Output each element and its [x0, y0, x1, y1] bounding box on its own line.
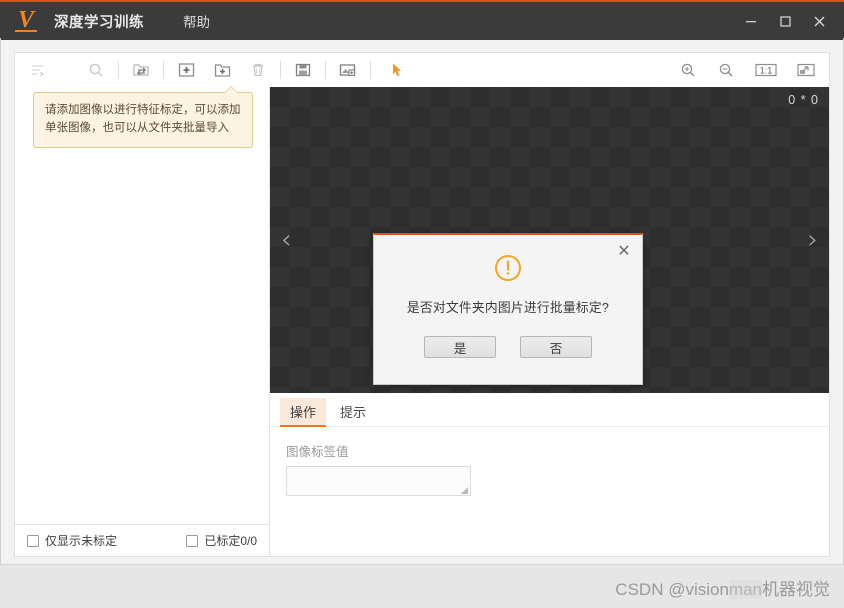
- label-value-title: 图像标签值: [286, 445, 349, 459]
- maximize-button[interactable]: [768, 6, 802, 36]
- status-bar: CSDN @visionman机器视觉: [0, 564, 844, 608]
- filter-sort-button[interactable]: [23, 56, 53, 84]
- folder-swap-button[interactable]: [126, 56, 156, 84]
- logo-underline: [15, 30, 37, 32]
- checkbox-box[interactable]: [186, 534, 199, 547]
- show-unlabeled-label: 仅显示未标定: [45, 534, 118, 548]
- app-logo: V: [0, 2, 52, 40]
- image-list-footer: 仅显示未标定 已标定0/0: [15, 524, 269, 556]
- checkbox-box[interactable]: [27, 534, 39, 547]
- delete-icon: [253, 63, 263, 77]
- tooltip-text: 请添加图像以进行特征标定，可以添加单张图像，也可以从文件夹批量导入: [45, 104, 241, 134]
- fit-window-button[interactable]: [791, 56, 821, 84]
- application-window: V 深度学习训练 帮助 1:1 请添加图像以进行特征标定，可以添加单张图像，也可…: [0, 0, 844, 608]
- title-bar: V 深度学习训练 帮助: [0, 0, 844, 40]
- watermark-prefix: CSDN @vision: [615, 580, 729, 599]
- batch-label-dialog: ✕ 是否对文件夹内图片进行批量标定? 是 否: [373, 233, 643, 385]
- operations-form: 图像标签值: [270, 427, 829, 496]
- export-image-icon: [339, 64, 356, 77]
- dialog-close-button[interactable]: ✕: [614, 240, 634, 260]
- actual-size-button[interactable]: 1:1: [749, 56, 783, 84]
- folder-swap-icon: [132, 64, 149, 76]
- delete-button[interactable]: [243, 56, 273, 84]
- zoom-out-icon: [719, 63, 733, 77]
- properties-tabs: 操作 提示: [270, 393, 829, 427]
- previous-image-button[interactable]: ‹: [281, 227, 291, 253]
- watermark-highlight: man: [728, 580, 762, 599]
- search-button[interactable]: [81, 56, 111, 84]
- actual-size-icon: 1:1: [755, 63, 777, 77]
- add-folder-button[interactable]: [207, 56, 237, 84]
- add-image-tooltip: 请添加图像以进行特征标定，可以添加单张图像，也可以从文件夹批量导入: [33, 86, 253, 148]
- toolbar-separator: [118, 61, 119, 79]
- search-icon: [89, 63, 103, 77]
- dialog-buttons: 是 否: [374, 336, 642, 358]
- warning-exclamation-icon: [493, 253, 523, 283]
- add-image-icon: [178, 63, 194, 77]
- zoom-in-button[interactable]: [673, 56, 703, 84]
- zoom-in-icon: [681, 63, 695, 77]
- close-icon: [814, 16, 824, 26]
- labeled-count-label: 已标定0/0: [204, 534, 257, 548]
- minimize-icon: [746, 21, 756, 23]
- properties-panel: 操作 提示 图像标签值: [270, 393, 829, 556]
- save-icon: [295, 63, 311, 77]
- menu-help[interactable]: 帮助: [178, 8, 215, 34]
- close-button[interactable]: [802, 6, 836, 36]
- add-folder-icon: [214, 64, 230, 77]
- toolbar-separator: [280, 61, 281, 79]
- pointer-tool-button[interactable]: [382, 56, 412, 84]
- canvas-size-readout: 0 * 0: [788, 93, 819, 107]
- tab-operations[interactable]: 操作: [280, 398, 327, 427]
- confirm-button[interactable]: 是: [424, 336, 496, 358]
- toolbar-separator: [325, 61, 326, 79]
- fit-window-icon: [797, 63, 815, 77]
- cancel-button[interactable]: 否: [520, 336, 592, 358]
- watermark-suffix: 机器视觉: [762, 580, 830, 599]
- minimize-button[interactable]: [734, 6, 768, 36]
- toolbar-separator: [163, 61, 164, 79]
- tooltip-arrow-inner-icon: [225, 87, 237, 93]
- next-image-button[interactable]: ›: [808, 227, 818, 253]
- main-toolbar: 1:1: [14, 52, 830, 87]
- window-controls: [734, 6, 836, 36]
- app-title: 深度学习训练: [54, 14, 144, 31]
- tab-hints[interactable]: 提示: [330, 398, 376, 426]
- resize-grip-icon[interactable]: [461, 487, 468, 494]
- export-image-button[interactable]: [333, 56, 363, 84]
- zoom-out-button[interactable]: [711, 56, 741, 84]
- toolbar-separator: [370, 61, 371, 79]
- image-list-panel: 请添加图像以进行特征标定，可以添加单张图像，也可以从文件夹批量导入 仅显示未标定…: [15, 86, 270, 556]
- maximize-icon: [780, 16, 791, 27]
- dialog-message: 是否对文件夹内图片进行批量标定?: [406, 300, 610, 315]
- svg-text:1:1: 1:1: [760, 65, 773, 75]
- show-unlabeled-checkbox[interactable]: 仅显示未标定: [27, 532, 117, 549]
- logo-letter: V: [17, 7, 34, 33]
- save-button[interactable]: [288, 56, 318, 84]
- pointer-tool-icon: [393, 63, 401, 77]
- labeled-count-checkbox[interactable]: 已标定0/0: [186, 532, 257, 549]
- watermark: CSDN @visionman机器视觉: [615, 575, 830, 600]
- label-value-input[interactable]: [286, 466, 471, 496]
- add-image-button[interactable]: [171, 56, 201, 84]
- filter-sort-icon: [32, 65, 45, 77]
